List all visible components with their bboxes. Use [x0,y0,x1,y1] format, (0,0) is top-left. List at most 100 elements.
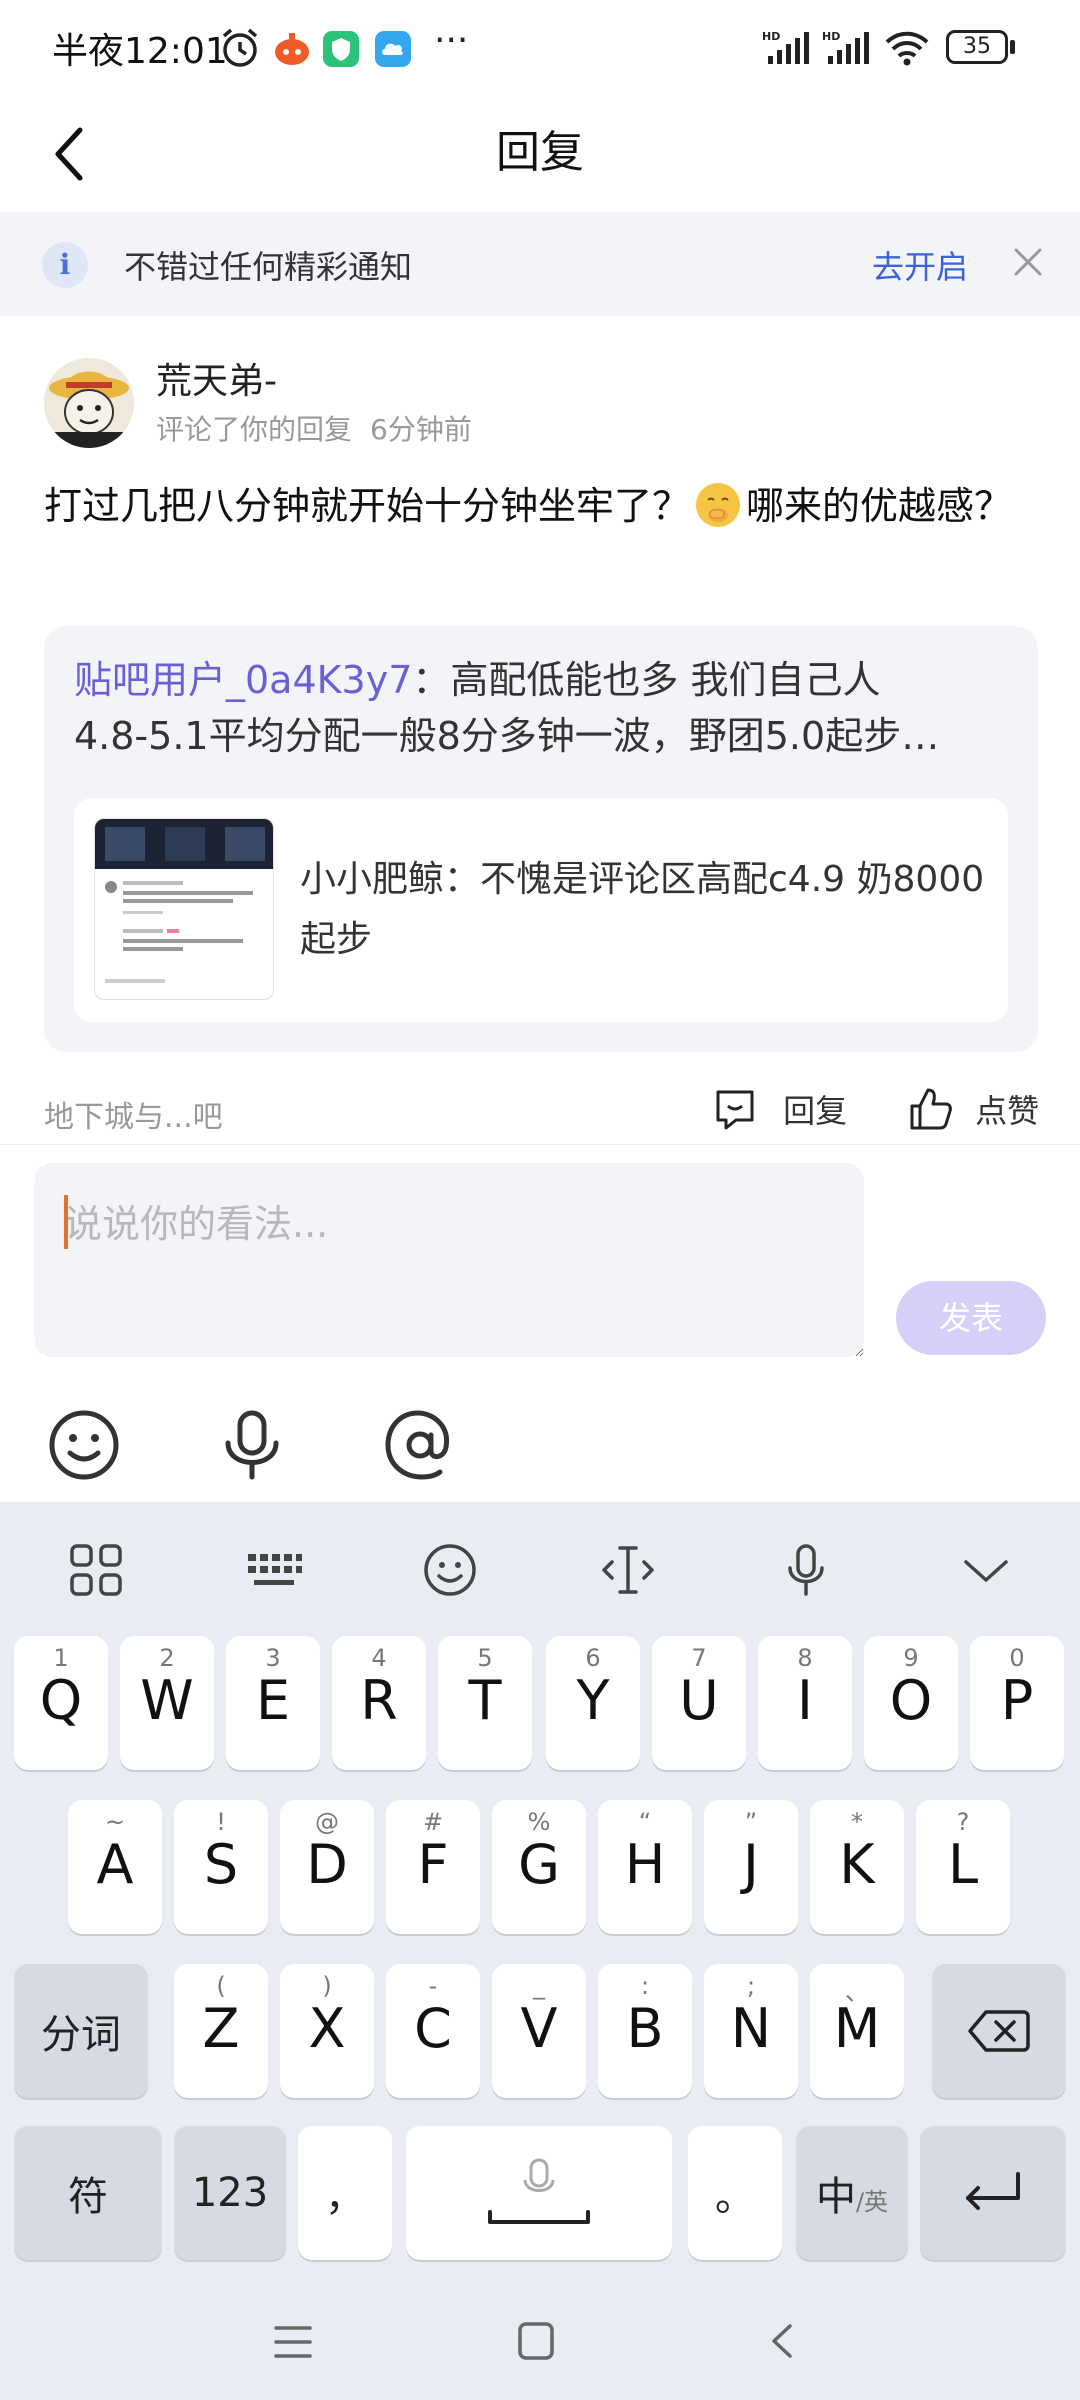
composer: 发表 [0,1144,1080,1502]
reply-button[interactable]: 回复 [712,1086,847,1136]
key-p[interactable]: 0P [970,1636,1064,1770]
key-e[interactable]: 3E [226,1636,320,1770]
shushing-face-emoji-icon [696,483,741,527]
forum-name[interactable]: 地下城与...吧 [44,1092,223,1136]
keyboard: 1Q 2W 3E 4R 5T 6Y 7U 8I 9O 0P ~ A ! S @ D #… [0,1502,1080,2400]
shield-app-icon [323,31,359,67]
language-switch-key[interactable]: 中/英 [796,2126,908,2260]
voice-input-icon[interactable] [776,1540,836,1600]
key-y[interactable]: 6Y [546,1636,640,1770]
app-notification-icon [275,33,309,65]
status-time: 半夜12:01 [52,31,228,72]
reply-icon [716,1090,754,1130]
enter-icon [966,2172,1020,2210]
post-thumbnail [94,818,274,1000]
wifi-icon [885,31,929,66]
quoted-reply[interactable]: 贴吧用户_0a4K3y7：高配低能也多 我们自己人 4.8-5.1平均分配一般8… [44,626,1038,1052]
battery-tip [1010,40,1015,54]
more-status-icon: ··· [434,20,469,61]
key-o[interactable]: 9O [864,1636,958,1770]
quoted-username[interactable]: 贴吧用户_0a4K3y7 [74,658,412,702]
keyboard-emoji-icon[interactable] [420,1540,480,1600]
enable-notifications-button[interactable]: 去开启 [872,242,968,288]
original-post-author: 小小肥鲸 [300,859,445,900]
lang-sub: /英 [855,2188,889,2216]
key-l[interactable]: ? L [916,1800,1010,1934]
apps-grid-icon[interactable] [66,1540,126,1600]
quoted-separator: ： [412,658,451,702]
key-n[interactable]: ; N [704,1964,798,2098]
key-f[interactable]: # F [386,1800,480,1934]
status-bar: 半夜12:01 ··· HD HD 35 [0,0,1080,96]
comment-input[interactable] [34,1163,864,1357]
emoji-icon[interactable] [44,1405,124,1485]
close-icon[interactable] [1008,242,1048,282]
key-s[interactable]: ! S [174,1800,268,1934]
battery-level: 35 [963,34,991,59]
key-c[interactable]: -C [386,1964,480,2098]
segment-key[interactable]: 分词 [14,1964,148,2098]
comment-time: 6分钟前 [370,413,472,446]
cellular-signal-icon: HD [762,30,809,64]
home-nav-icon[interactable] [516,2320,556,2362]
quoted-line2: 4.8-5.1平均分配一般8分多钟一波，野团5.0起步… [74,714,940,758]
space-mic-icon [488,2158,590,2224]
key-u[interactable]: 7U [652,1636,746,1770]
key-a[interactable]: ~ A [68,1800,162,1934]
key-r[interactable]: 4R [332,1636,426,1770]
comment-text-part2: 哪来的优越感？ [746,484,1013,528]
key-b[interactable]: :B [598,1964,692,2098]
system-nav-bar [0,2286,1080,2400]
microphone-icon[interactable] [212,1405,292,1485]
like-button[interactable]: 点赞 [908,1086,1039,1136]
space-key[interactable] [406,2126,672,2260]
key-z[interactable]: (Z [174,1964,268,2098]
key-q[interactable]: 1Q [14,1636,108,1770]
keyboard-layout-icon[interactable] [244,1540,304,1600]
like-label: 点赞 [975,1092,1040,1130]
key-i[interactable]: 8I [758,1636,852,1770]
battery-icon: 35 [946,30,1008,64]
enter-key[interactable] [920,2126,1066,2260]
avatar-image [44,358,134,448]
key-t[interactable]: 5T [438,1636,532,1770]
header: 回复 [0,96,1080,212]
original-post-text: 小小肥鲸：不愧是评论区高配c4.9 奶8000起步 [300,850,990,970]
send-button[interactable]: 发表 [896,1281,1046,1355]
avatar[interactable] [44,358,134,448]
comment-meta: 评论了你的回复 6分钟前 [156,408,490,448]
comment-text: 打过几把八分钟就开始十分钟坐牢了？ 哪来的优越感？ [44,478,1044,534]
thumbs-up-icon [910,1088,952,1130]
menu-nav-icon[interactable] [272,2322,314,2362]
period-key[interactable]: 。 [688,2126,782,2260]
key-w[interactable]: 2W [120,1636,214,1770]
key-k[interactable]: * K [810,1800,904,1934]
key-m[interactable]: 、 M [810,1964,904,2098]
comment-username[interactable]: 荒天弟- [156,352,277,404]
key-h[interactable]: “H [598,1800,692,1934]
info-icon: i [42,242,88,288]
key-v[interactable]: _ V [492,1964,586,2098]
key-j[interactable]: ” J [704,1800,798,1934]
notice-text: 不错过任何精彩通知 [124,248,413,286]
mention-icon[interactable] [380,1405,460,1485]
comment-text-part1: 打过几把八分钟就开始十分钟坐牢了？ [44,484,691,528]
quoted-line1: 高配低能也多 我们自己人 [450,658,881,702]
number-key[interactable]: 123 [174,2126,286,2260]
svg-text:HD: HD [822,30,840,43]
collapse-keyboard-icon[interactable] [956,1540,1016,1600]
symbol-key[interactable]: 符 [14,2126,162,2260]
keyboard-toolbar [0,1502,1080,1632]
original-post-card[interactable]: 小小肥鲸：不愧是评论区高配c4.9 奶8000起步 [74,798,1008,1022]
backspace-key[interactable] [932,1964,1066,2098]
comma-key[interactable]: ， [298,2126,392,2260]
cloud-app-icon [375,31,411,67]
alarm-icon [222,28,258,67]
quoted-text: 贴吧用户_0a4K3y7：高配低能也多 我们自己人 4.8-5.1平均分配一般8… [74,652,1014,764]
key-x[interactable]: ) X [280,1964,374,2098]
lang-main: 中 [815,2174,856,2220]
key-g[interactable]: % G [492,1800,586,1934]
cursor-edit-icon[interactable] [598,1540,658,1600]
key-d[interactable]: @ D [280,1800,374,1934]
back-nav-icon[interactable] [764,2320,800,2362]
